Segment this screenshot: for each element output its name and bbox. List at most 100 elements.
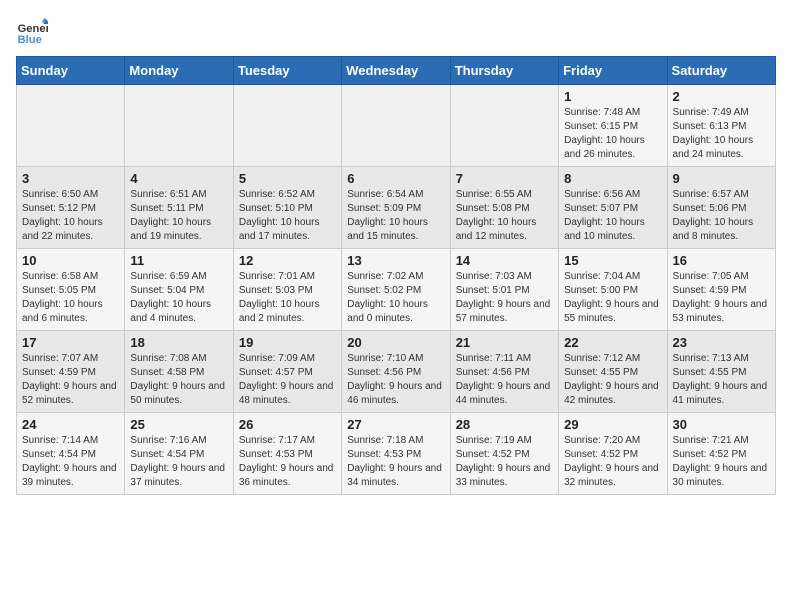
day-number: 2: [673, 89, 770, 104]
day-info: Sunrise: 7:12 AM Sunset: 4:55 PM Dayligh…: [564, 352, 661, 408]
day-number: 19: [239, 335, 336, 350]
day-info: Sunrise: 7:04 AM Sunset: 5:00 PM Dayligh…: [564, 270, 661, 326]
day-info: Sunrise: 7:21 AM Sunset: 4:52 PM Dayligh…: [673, 434, 770, 490]
day-number: 12: [239, 253, 336, 268]
day-number: 3: [22, 171, 119, 186]
day-cell: 17 Sunrise: 7:07 AM Sunset: 4:59 PM Dayli…: [17, 331, 125, 413]
day-cell: 9 Sunrise: 6:57 AM Sunset: 5:06 PM Daylig…: [667, 167, 775, 249]
day-info: Sunrise: 7:48 AM Sunset: 6:15 PM Dayligh…: [564, 106, 661, 162]
day-cell: 30 Sunrise: 7:21 AM Sunset: 4:52 PM Dayli…: [667, 413, 775, 495]
day-number: 16: [673, 253, 770, 268]
day-cell: 24 Sunrise: 7:14 AM Sunset: 4:54 PM Dayli…: [17, 413, 125, 495]
day-number: 23: [673, 335, 770, 350]
svg-text:Blue: Blue: [18, 34, 42, 46]
day-number: 9: [673, 171, 770, 186]
header-sunday: Sunday: [17, 57, 125, 85]
day-number: 30: [673, 417, 770, 432]
day-cell: 13 Sunrise: 7:02 AM Sunset: 5:02 PM Dayli…: [342, 249, 450, 331]
day-cell: 5 Sunrise: 6:52 AM Sunset: 5:10 PM Daylig…: [233, 167, 341, 249]
day-info: Sunrise: 7:10 AM Sunset: 4:56 PM Dayligh…: [347, 352, 444, 408]
day-cell: [17, 85, 125, 167]
day-cell: [450, 85, 558, 167]
day-cell: [342, 85, 450, 167]
day-cell: 20 Sunrise: 7:10 AM Sunset: 4:56 PM Dayli…: [342, 331, 450, 413]
day-cell: 1 Sunrise: 7:48 AM Sunset: 6:15 PM Daylig…: [559, 85, 667, 167]
day-cell: 6 Sunrise: 6:54 AM Sunset: 5:09 PM Daylig…: [342, 167, 450, 249]
day-number: 11: [130, 253, 227, 268]
week-row-1: 1 Sunrise: 7:48 AM Sunset: 6:15 PM Daylig…: [17, 85, 776, 167]
day-info: Sunrise: 7:11 AM Sunset: 4:56 PM Dayligh…: [456, 352, 553, 408]
day-cell: 11 Sunrise: 6:59 AM Sunset: 5:04 PM Dayli…: [125, 249, 233, 331]
day-info: Sunrise: 6:59 AM Sunset: 5:04 PM Dayligh…: [130, 270, 227, 326]
day-info: Sunrise: 7:02 AM Sunset: 5:02 PM Dayligh…: [347, 270, 444, 326]
day-cell: 2Sunrise: 7:49 AM Sunset: 6:13 PM Daylig…: [667, 85, 775, 167]
day-info: Sunrise: 7:09 AM Sunset: 4:57 PM Dayligh…: [239, 352, 336, 408]
day-number: 13: [347, 253, 444, 268]
day-cell: 23 Sunrise: 7:13 AM Sunset: 4:55 PM Dayli…: [667, 331, 775, 413]
day-info: Sunrise: 6:57 AM Sunset: 5:06 PM Dayligh…: [673, 188, 770, 244]
svg-text:General: General: [18, 23, 48, 35]
day-number: 15: [564, 253, 661, 268]
day-number: 26: [239, 417, 336, 432]
day-number: 18: [130, 335, 227, 350]
header-friday: Friday: [559, 57, 667, 85]
day-number: 10: [22, 253, 119, 268]
header-monday: Monday: [125, 57, 233, 85]
day-info: Sunrise: 6:52 AM Sunset: 5:10 PM Dayligh…: [239, 188, 336, 244]
day-cell: 15 Sunrise: 7:04 AM Sunset: 5:00 PM Dayli…: [559, 249, 667, 331]
day-cell: 14 Sunrise: 7:03 AM Sunset: 5:01 PM Dayli…: [450, 249, 558, 331]
day-cell: 7 Sunrise: 6:55 AM Sunset: 5:08 PM Daylig…: [450, 167, 558, 249]
day-cell: 27Sunrise: 7:18 AM Sunset: 4:53 PM Dayli…: [342, 413, 450, 495]
day-number: 6: [347, 171, 444, 186]
day-cell: [233, 85, 341, 167]
day-info: Sunrise: 7:14 AM Sunset: 4:54 PM Dayligh…: [22, 434, 119, 490]
week-row-3: 10 Sunrise: 6:58 AM Sunset: 5:05 PM Dayli…: [17, 249, 776, 331]
week-row-5: 24 Sunrise: 7:14 AM Sunset: 4:54 PM Dayli…: [17, 413, 776, 495]
day-number: 28: [456, 417, 553, 432]
day-number: 8: [564, 171, 661, 186]
day-info: Sunrise: 6:55 AM Sunset: 5:08 PM Dayligh…: [456, 188, 553, 244]
day-info: Sunrise: 6:54 AM Sunset: 5:09 PM Dayligh…: [347, 188, 444, 244]
day-cell: 12 Sunrise: 7:01 AM Sunset: 5:03 PM Dayli…: [233, 249, 341, 331]
day-number: 24: [22, 417, 119, 432]
day-cell: 8Sunrise: 6:56 AM Sunset: 5:07 PM Daylig…: [559, 167, 667, 249]
day-cell: 26 Sunrise: 7:17 AM Sunset: 4:53 PM Dayli…: [233, 413, 341, 495]
day-info: Sunrise: 7:03 AM Sunset: 5:01 PM Dayligh…: [456, 270, 553, 326]
day-info: Sunrise: 6:51 AM Sunset: 5:11 PM Dayligh…: [130, 188, 227, 244]
day-info: Sunrise: 7:05 AM Sunset: 4:59 PM Dayligh…: [673, 270, 770, 326]
day-number: 20: [347, 335, 444, 350]
day-number: 7: [456, 171, 553, 186]
header-wednesday: Wednesday: [342, 57, 450, 85]
day-number: 22: [564, 335, 661, 350]
day-info: Sunrise: 6:58 AM Sunset: 5:05 PM Dayligh…: [22, 270, 119, 326]
day-cell: 19 Sunrise: 7:09 AM Sunset: 4:57 PM Dayli…: [233, 331, 341, 413]
week-row-4: 17 Sunrise: 7:07 AM Sunset: 4:59 PM Dayli…: [17, 331, 776, 413]
header-saturday: Saturday: [667, 57, 775, 85]
day-number: 5: [239, 171, 336, 186]
day-info: Sunrise: 7:16 AM Sunset: 4:54 PM Dayligh…: [130, 434, 227, 490]
day-cell: 28 Sunrise: 7:19 AM Sunset: 4:52 PM Dayli…: [450, 413, 558, 495]
header-tuesday: Tuesday: [233, 57, 341, 85]
day-info: Sunrise: 7:20 AM Sunset: 4:52 PM Dayligh…: [564, 434, 661, 490]
day-info: Sunrise: 7:01 AM Sunset: 5:03 PM Dayligh…: [239, 270, 336, 326]
day-info: Sunrise: 6:50 AM Sunset: 5:12 PM Dayligh…: [22, 188, 119, 244]
day-cell: [125, 85, 233, 167]
day-cell: 22 Sunrise: 7:12 AM Sunset: 4:55 PM Dayli…: [559, 331, 667, 413]
day-info: Sunrise: 7:19 AM Sunset: 4:52 PM Dayligh…: [456, 434, 553, 490]
day-cell: 29 Sunrise: 7:20 AM Sunset: 4:52 PM Dayli…: [559, 413, 667, 495]
day-number: 25: [130, 417, 227, 432]
day-number: 14: [456, 253, 553, 268]
logo: General Blue: [16, 16, 52, 48]
day-info: Sunrise: 7:13 AM Sunset: 4:55 PM Dayligh…: [673, 352, 770, 408]
day-info: Sunrise: 7:08 AM Sunset: 4:58 PM Dayligh…: [130, 352, 227, 408]
day-info: Sunrise: 7:17 AM Sunset: 4:53 PM Dayligh…: [239, 434, 336, 490]
page-header: General Blue: [16, 16, 776, 48]
logo-icon: General Blue: [16, 16, 48, 48]
day-number: 1: [564, 89, 661, 104]
day-info: Sunrise: 7:07 AM Sunset: 4:59 PM Dayligh…: [22, 352, 119, 408]
day-cell: 18 Sunrise: 7:08 AM Sunset: 4:58 PM Dayli…: [125, 331, 233, 413]
day-cell: 25 Sunrise: 7:16 AM Sunset: 4:54 PM Dayli…: [125, 413, 233, 495]
day-number: 29: [564, 417, 661, 432]
header-thursday: Thursday: [450, 57, 558, 85]
day-number: 17: [22, 335, 119, 350]
